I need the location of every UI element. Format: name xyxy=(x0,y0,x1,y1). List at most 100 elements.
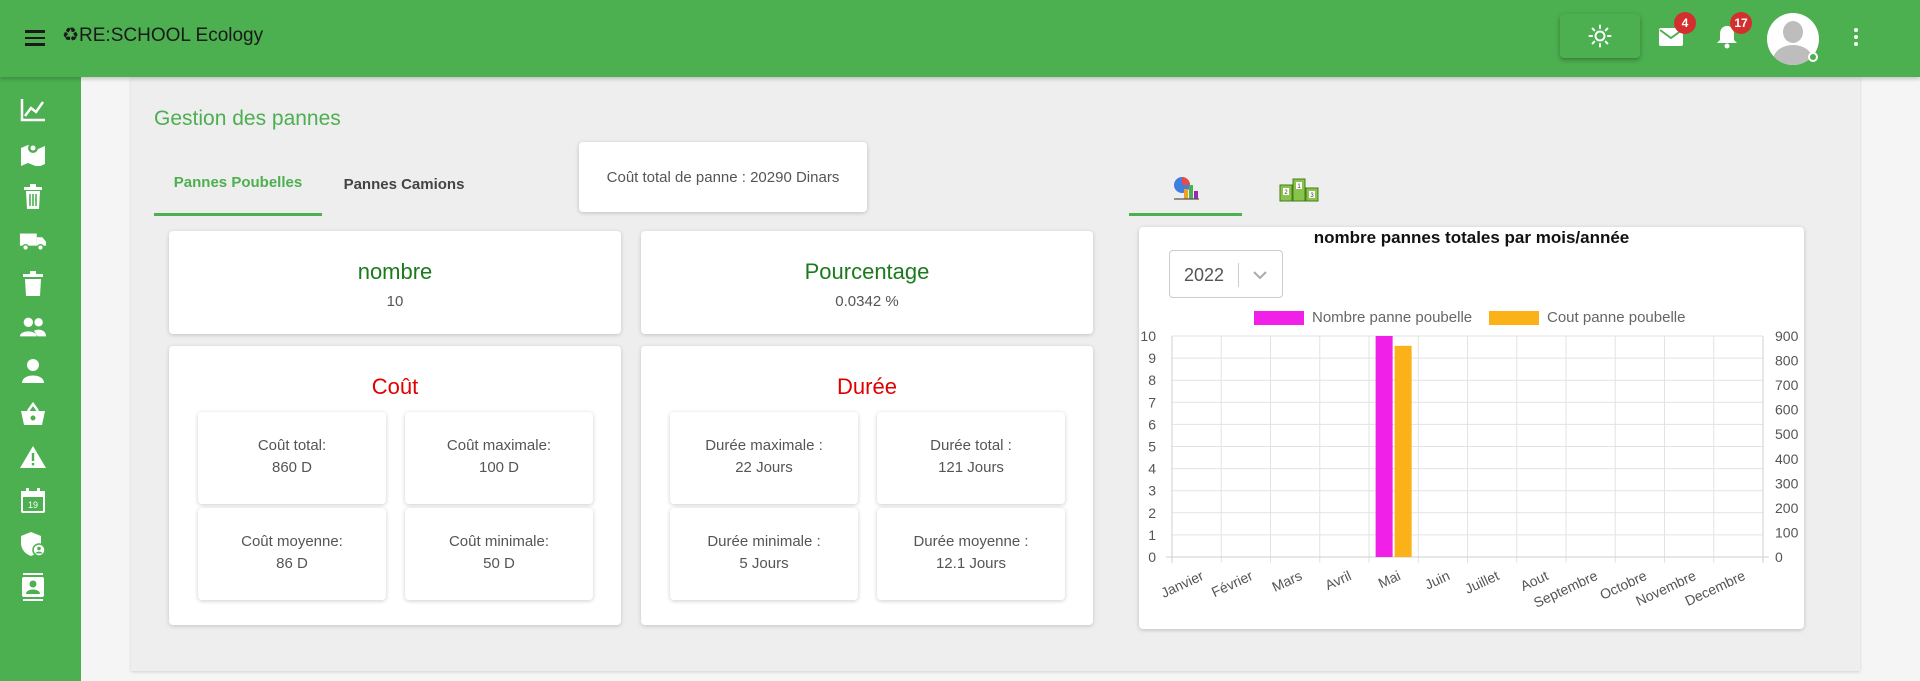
x-tick-label: Juillet xyxy=(1462,567,1501,597)
sidebar-item-map[interactable] xyxy=(19,139,47,167)
y-left-tick-label: 1 xyxy=(1148,527,1156,543)
year-select-value: 2022 xyxy=(1184,265,1225,285)
duree-moyenne-tile: Durée moyenne : 12.1 Jours xyxy=(877,508,1065,600)
truck-icon xyxy=(19,233,47,252)
sidebar-item-trash[interactable] xyxy=(19,270,47,298)
y-left-tick-label: 7 xyxy=(1148,394,1156,410)
year-select[interactable]: 2022 xyxy=(1169,250,1283,298)
cout-moyenne-value: 86 D xyxy=(276,555,308,572)
pourcentage-card: Pourcentage 0.0342 % xyxy=(641,231,1093,334)
map-marker-icon xyxy=(21,143,45,166)
x-tick-label: Février xyxy=(1209,567,1256,600)
cout-total-label: Coût total: xyxy=(257,437,327,454)
pie-bar-chart-icon xyxy=(1173,176,1199,200)
tab-chart-view[interactable] xyxy=(1129,162,1242,216)
sidebar-item-calendar[interactable]: 19 xyxy=(19,487,47,515)
y-left-tick-label: 5 xyxy=(1148,439,1156,455)
cout-max-value: 100 D xyxy=(478,459,520,476)
more-vert-icon[interactable] xyxy=(1848,26,1864,50)
chart-title: nombre pannes totales par mois/année xyxy=(1313,228,1630,247)
y-left-tick-label: 2 xyxy=(1148,505,1156,521)
y-left-tick-label: 3 xyxy=(1148,483,1156,499)
warning-icon xyxy=(20,446,46,468)
duree-total-tile: Durée total : 121 Jours xyxy=(877,412,1065,504)
duree-max-tile: Durée maximale : 22 Jours xyxy=(670,412,858,504)
person-icon xyxy=(22,359,44,383)
svg-text:19: 19 xyxy=(28,500,38,510)
bar-cout-mai xyxy=(1394,345,1412,557)
x-tick-label: Mars xyxy=(1269,567,1304,595)
chart-line-icon xyxy=(20,99,45,122)
cout-min-label: Coût minimale: xyxy=(448,533,550,550)
y-left-tick-label: 4 xyxy=(1148,461,1156,477)
group-icon xyxy=(19,317,47,337)
y-right-tick-label: 600 xyxy=(1775,402,1799,418)
nombre-title: nombre xyxy=(357,259,433,284)
sidebar-item-basket[interactable] xyxy=(19,400,47,428)
duree-moyenne-label: Durée moyenne : xyxy=(913,533,1029,550)
podium-icon: 2 1 3 xyxy=(1279,178,1318,202)
sidebar-item-alerts[interactable] xyxy=(19,443,47,471)
duree-min-value: 5 Jours xyxy=(739,555,789,572)
pourcentage-value: 0.0342 % xyxy=(835,293,899,310)
y-right-tick-label: 500 xyxy=(1775,426,1799,442)
trash-icon xyxy=(23,271,43,296)
cout-max-label: Coût maximale: xyxy=(446,437,552,454)
bin-icon xyxy=(24,184,42,209)
x-tick-label: Avril xyxy=(1322,567,1353,593)
mail-button[interactable]: 4 xyxy=(1656,12,1696,50)
app-brand[interactable]: ♻RE:SCHOOL Ecology xyxy=(62,24,263,47)
sidebar-item-groups[interactable] xyxy=(19,313,47,341)
sidebar-item-contacts[interactable] xyxy=(19,573,47,601)
tab-pannes-camions[interactable]: Pannes Camions xyxy=(322,152,486,216)
cout-title: Coût xyxy=(371,374,419,399)
y-left-tick-label: 8 xyxy=(1148,372,1156,388)
duree-total-label: Durée total : xyxy=(930,437,1012,454)
bar-chart: 0123456789100100200300400500600700800900… xyxy=(1140,328,1799,611)
cout-total-value: 860 D xyxy=(271,459,313,476)
duree-max-value: 22 Jours xyxy=(735,459,793,476)
mail-badge: 4 xyxy=(1674,12,1696,34)
sidebar-item-bins[interactable] xyxy=(19,183,47,211)
cout-max-tile: Coût maximale: 100 D xyxy=(405,412,593,504)
total-cost-box: Coût total de panne : 20290 Dinars xyxy=(579,142,867,212)
tab-pannes-poubelles[interactable]: Pannes Poubelles xyxy=(154,152,322,216)
sidebar-item-user[interactable] xyxy=(19,357,47,385)
duree-min-label: Durée minimale : xyxy=(707,533,821,550)
cout-moyenne-label: Coût moyenne: xyxy=(241,533,343,550)
duree-min-tile: Durée minimale : 5 Jours xyxy=(670,508,858,600)
sidebar-item-security[interactable] xyxy=(19,530,47,558)
y-right-tick-label: 900 xyxy=(1775,328,1799,344)
calendar-icon: 19 xyxy=(21,488,45,513)
sidebar-item-dashboard[interactable] xyxy=(19,96,47,124)
cout-moyenne-tile: Coût moyenne: 86 D xyxy=(198,508,386,600)
theme-toggle-button[interactable] xyxy=(1560,14,1640,58)
year-select-separator xyxy=(1238,263,1239,287)
sidebar-item-trucks[interactable] xyxy=(19,227,47,255)
y-right-tick-label: 100 xyxy=(1775,524,1799,540)
y-right-tick-label: 0 xyxy=(1775,549,1783,565)
duree-card: Durée Durée maximale : 22 Jours Durée to… xyxy=(641,346,1093,625)
y-left-tick-label: 6 xyxy=(1148,416,1156,432)
bar-nombre-mai xyxy=(1375,336,1393,557)
pourcentage-title: Pourcentage xyxy=(804,259,930,284)
top-app-bar: ♻RE:SCHOOL Ecology 4 17 xyxy=(0,0,1920,77)
page-title: Gestion des pannes xyxy=(154,107,341,130)
y-left-tick-label: 0 xyxy=(1148,549,1156,565)
notifications-button[interactable]: 17 xyxy=(1712,12,1752,50)
cout-card: Coût Coût total: 860 D Coût maximale: 10… xyxy=(169,346,621,625)
y-right-tick-label: 300 xyxy=(1775,475,1799,491)
hamburger-menu-icon[interactable] xyxy=(22,26,50,50)
chevron-down-icon xyxy=(1253,271,1267,280)
cout-total-tile: Coût total: 860 D xyxy=(198,412,386,504)
y-right-tick-label: 800 xyxy=(1775,353,1799,369)
notifications-badge: 17 xyxy=(1730,12,1752,34)
x-tick-label: Juin xyxy=(1422,567,1452,592)
nombre-card: nombre 10 xyxy=(169,231,621,334)
nombre-value: 10 xyxy=(386,293,404,310)
cout-min-tile: Coût minimale: 50 D xyxy=(405,508,593,600)
duree-total-value: 121 Jours xyxy=(938,459,1004,476)
y-right-tick-label: 200 xyxy=(1775,500,1799,516)
duree-title: Durée xyxy=(837,374,897,399)
tab-ranking-view[interactable]: 2 1 3 xyxy=(1242,162,1355,216)
